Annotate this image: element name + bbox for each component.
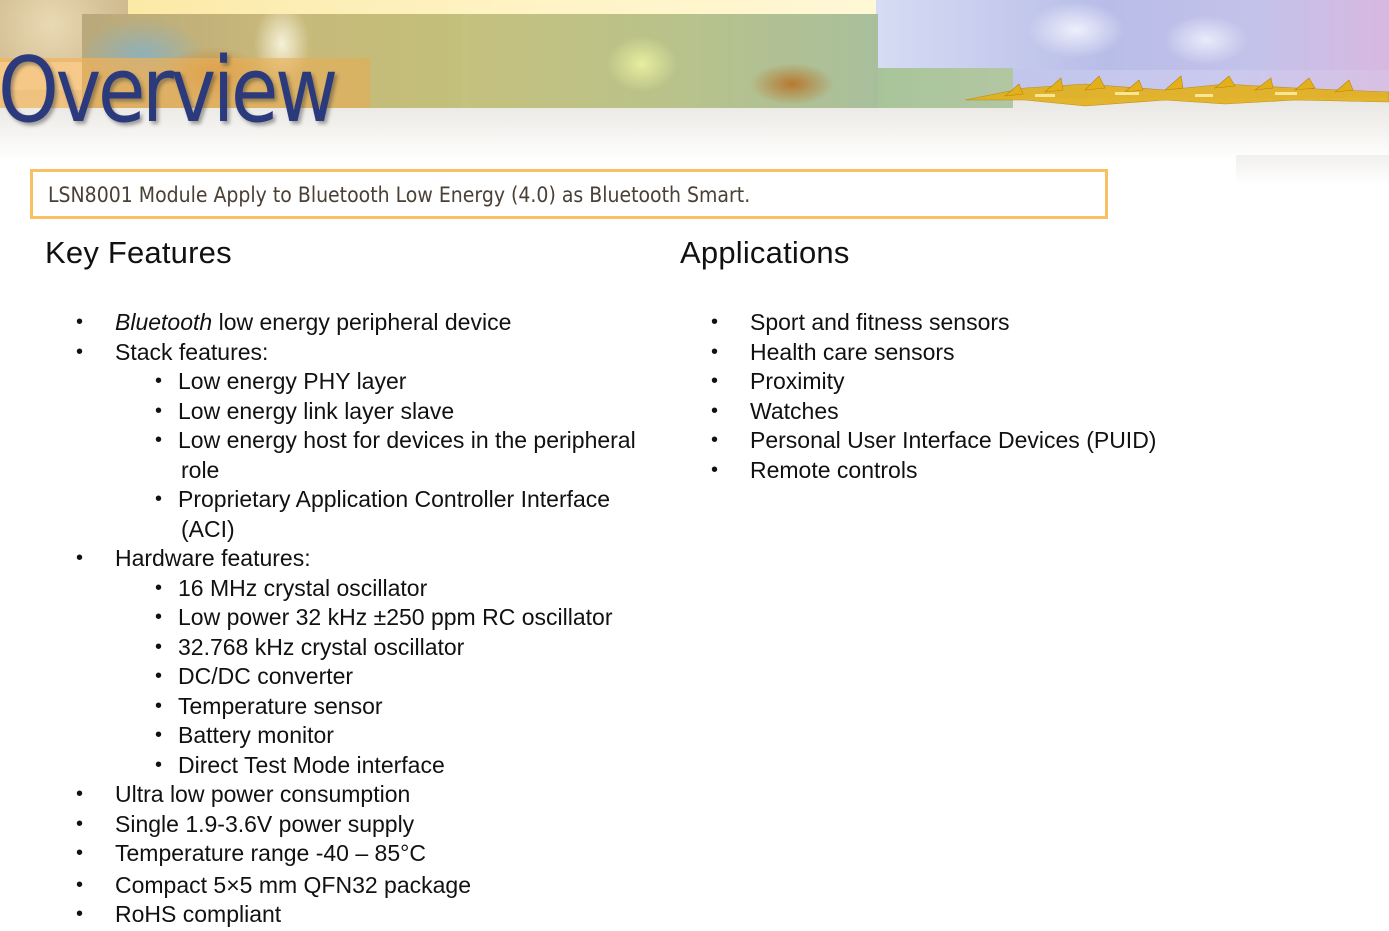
sub-list-item: • DC/DC converter (0, 662, 680, 692)
list-item: • Health care sensors (635, 338, 1335, 368)
list-item: • Sport and fitness sensors (635, 308, 1335, 338)
list-item: • Remote controls (635, 456, 1335, 486)
list-item-text: Single 1.9-3.6V power supply (115, 810, 415, 837)
key-features-list: • Bluetooth low energy peripheral device… (0, 308, 680, 930)
bullet-icon: • (155, 370, 163, 392)
bullet-icon: • (76, 903, 84, 925)
list-item-text: Remote controls (750, 456, 918, 483)
list-item-text: Stack features: (115, 338, 269, 365)
summary-box: LSN8001 Module Apply to Bluetooth Low En… (30, 169, 1108, 219)
list-item-text: Health care sensors (750, 338, 955, 365)
list-item: • Temperature range -40 – 85°C (0, 839, 680, 869)
list-item-text: Proximity (750, 368, 845, 394)
bullet-icon: • (711, 370, 719, 392)
sub-list-item: • Proprietary Application Controller Int… (0, 485, 680, 544)
bullet-icon: • (155, 606, 163, 628)
bullet-icon: • (155, 429, 163, 451)
list-item-text: Battery monitor (178, 722, 334, 748)
list-item-text: low energy peripheral device (212, 309, 512, 335)
bullet-icon: • (155, 753, 163, 776)
list-item-text: Compact 5×5 mm QFN32 package (115, 871, 472, 898)
list-item-text: Temperature sensor (178, 692, 383, 719)
list-item-text: RoHS compliant (115, 901, 282, 927)
applications-heading: Applications (680, 235, 850, 270)
sub-list-item: • Battery monitor (0, 721, 680, 751)
bullet-icon: • (711, 429, 719, 451)
bullet-icon: • (76, 311, 84, 333)
list-item-text: Ultra low power consumption (115, 781, 411, 807)
bullet-icon: • (155, 724, 163, 746)
list-item: • Ultra low power consumption (0, 780, 680, 810)
sub-list-item: • Low energy PHY layer (0, 367, 680, 397)
bullet-icon: • (711, 399, 719, 422)
list-item-text: Sport and fitness sensors (750, 309, 1010, 335)
wheat-decoration-icon (965, 75, 1389, 107)
sub-list-item: • Temperature sensor (0, 692, 680, 722)
bullet-icon: • (76, 547, 84, 569)
list-item-text: Temperature range -40 – 85°C (115, 840, 426, 866)
bullet-icon: • (76, 783, 84, 805)
banner-foliage-tile (462, 14, 878, 108)
sub-list-item: • 16 MHz crystal oscillator (0, 574, 680, 604)
list-item: • Hardware features: (0, 544, 680, 574)
list-item: • Watches (635, 397, 1335, 427)
list-item: • Single 1.9-3.6V power supply (0, 810, 680, 840)
title-banner: Overview (0, 0, 1389, 160)
bullet-icon: • (155, 576, 163, 599)
slide-title: Overview (0, 38, 338, 143)
list-item-text: Low energy link layer slave (178, 397, 455, 424)
list-item: • RoHS compliant (0, 900, 680, 930)
list-item-text: 16 MHz crystal oscillator (178, 574, 428, 601)
sub-list-item: • Low energy host for devices in the per… (0, 426, 680, 485)
key-features-heading: Key Features (45, 235, 232, 270)
list-item-text: Low power 32 kHz ±250 ppm RC oscillator (178, 604, 613, 630)
list-item: • Proximity (635, 367, 1335, 397)
bullet-icon: • (76, 812, 84, 835)
sub-list-item: • Low power 32 kHz ±250 ppm RC oscillato… (0, 603, 680, 633)
bullet-icon: • (711, 340, 719, 363)
applications-list: • Sport and fitness sensors • Health car… (635, 308, 1335, 485)
list-item: • Stack features: (0, 338, 680, 368)
bullet-icon: • (76, 873, 84, 896)
summary-text: LSN8001 Module Apply to Bluetooth Low En… (48, 183, 751, 207)
sub-list-item: • Low energy link layer slave (0, 397, 680, 427)
sub-list-item: • Direct Test Mode interface (0, 751, 680, 781)
list-item-text: Proprietary Application Controller Inter… (178, 486, 611, 512)
banner-flower-tile (876, 0, 1389, 70)
bullet-icon: • (711, 311, 719, 333)
list-item: • Compact 5×5 mm QFN32 package (0, 871, 680, 901)
bullet-icon: • (155, 488, 163, 510)
bullet-icon: • (711, 458, 719, 481)
bullet-icon: • (76, 842, 84, 864)
list-item: • Personal User Interface Devices (PUID) (635, 426, 1335, 456)
bluetooth-italic: Bluetooth (115, 309, 213, 335)
list-item-text: Low energy host for devices in the perip… (178, 427, 636, 453)
list-item-text: Hardware features: (115, 545, 311, 571)
bullet-icon: • (155, 665, 163, 687)
list-item-text: Direct Test Mode interface (178, 751, 445, 778)
list-item-text-continued: (ACI) (181, 515, 235, 542)
list-item-text: Low energy PHY layer (178, 368, 407, 394)
list-item-text: Watches (750, 397, 839, 424)
list-item-text-continued: role (181, 456, 220, 483)
bullet-icon: • (155, 694, 163, 717)
list-item-text: Personal User Interface Devices (PUID) (750, 427, 1157, 453)
bullet-icon: • (76, 340, 84, 363)
bullet-icon: • (155, 635, 163, 658)
banner-shadow-tail (1236, 155, 1389, 185)
bullet-icon: • (155, 399, 163, 422)
list-item: • Bluetooth low energy peripheral device (0, 308, 680, 338)
list-item-text: 32.768 kHz crystal oscillator (178, 633, 465, 660)
sub-list-item: • 32.768 kHz crystal oscillator (0, 633, 680, 663)
list-item-text: DC/DC converter (178, 663, 354, 689)
